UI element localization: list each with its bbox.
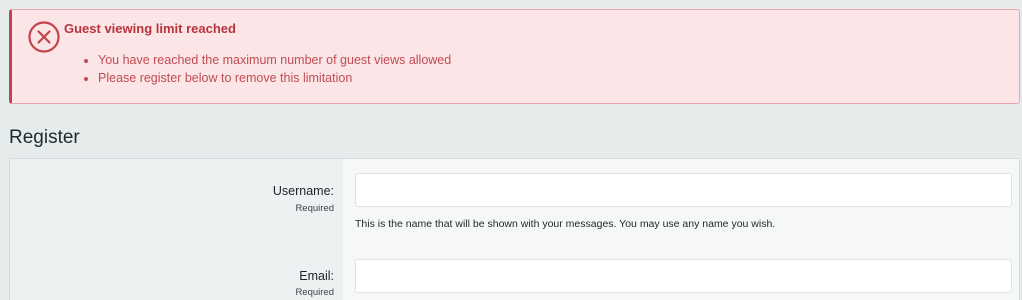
username-label: Username:: [272, 184, 334, 198]
error-circle-x-icon: [28, 21, 60, 53]
form-labels-column: Username: Required Email: Required: [10, 159, 343, 300]
guest-limit-alert: Guest viewing limit reached You have rea…: [9, 9, 1020, 104]
email-input[interactable]: [355, 259, 1012, 293]
email-label: Email:: [299, 269, 334, 283]
email-required-hint: Required: [295, 287, 334, 298]
form-inputs-column: This is the name that will be shown with…: [343, 159, 1019, 300]
page-title: Register: [9, 127, 80, 148]
username-input[interactable]: [355, 173, 1012, 207]
alert-message-item: You have reached the maximum number of g…: [98, 51, 451, 69]
alert-message-list: You have reached the maximum number of g…: [84, 51, 451, 87]
alert-title: Guest viewing limit reached: [64, 21, 236, 36]
username-required-hint: Required: [295, 203, 334, 214]
alert-message-item: Please register below to remove this lim…: [98, 69, 451, 87]
registration-form: Username: Required Email: Required This …: [9, 158, 1020, 300]
username-explain: This is the name that will be shown with…: [355, 218, 776, 230]
